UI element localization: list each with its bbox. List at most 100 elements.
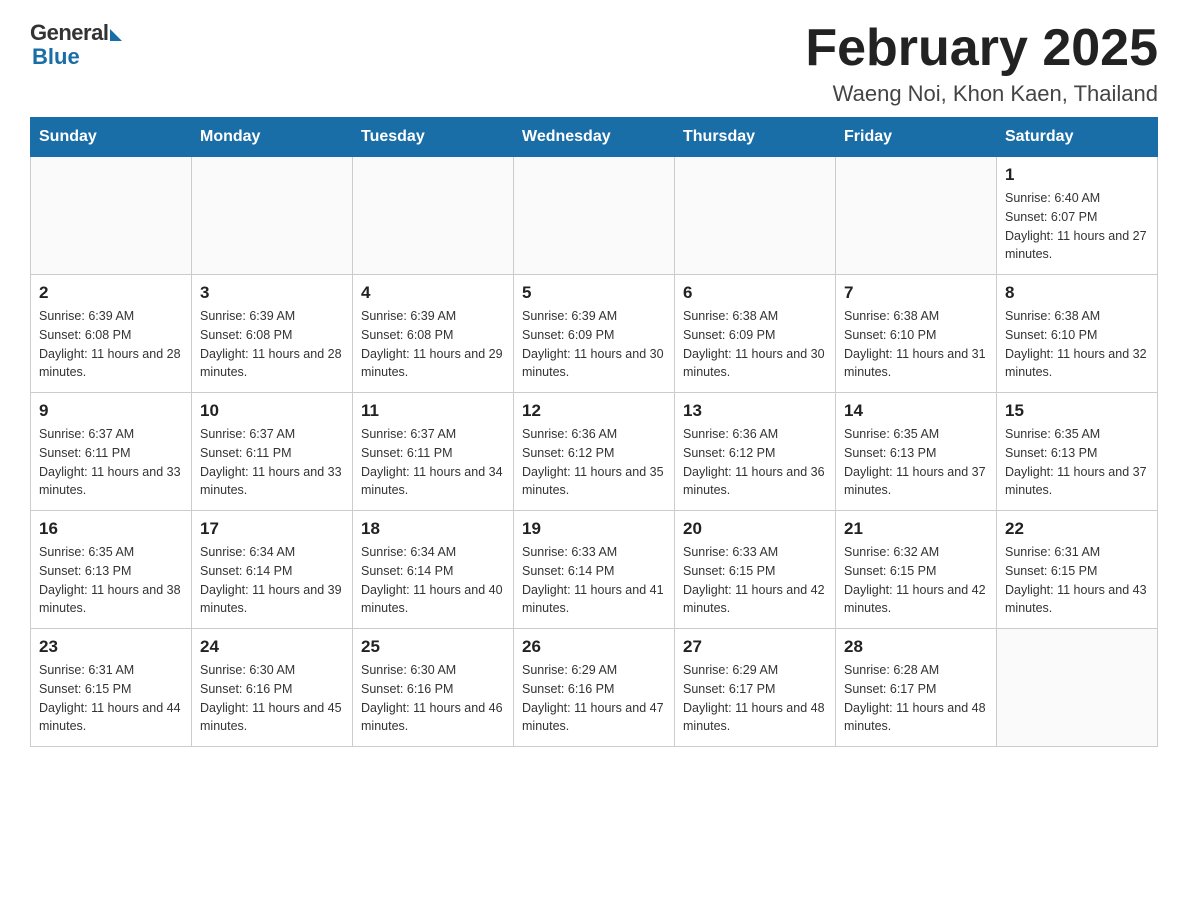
month-title: February 2025 <box>805 20 1158 77</box>
weekday-header-thursday: Thursday <box>675 118 836 157</box>
day-number: 28 <box>844 637 988 657</box>
calendar-cell: 22 Sunrise: 6:31 AM Sunset: 6:15 PM Dayli… <box>997 511 1158 629</box>
calendar-week-row: 23 Sunrise: 6:31 AM Sunset: 6:15 PM Dayli… <box>31 629 1158 747</box>
day-number: 16 <box>39 519 183 539</box>
day-number: 9 <box>39 401 183 421</box>
day-info: Sunrise: 6:36 AM Sunset: 6:12 PM Dayligh… <box>522 425 666 500</box>
day-info: Sunrise: 6:35 AM Sunset: 6:13 PM Dayligh… <box>844 425 988 500</box>
title-block: February 2025 Waeng Noi, Khon Kaen, Thai… <box>805 20 1158 107</box>
calendar-cell <box>192 157 353 275</box>
day-number: 27 <box>683 637 827 657</box>
calendar-cell: 18 Sunrise: 6:34 AM Sunset: 6:14 PM Dayli… <box>353 511 514 629</box>
calendar-cell: 10 Sunrise: 6:37 AM Sunset: 6:11 PM Dayli… <box>192 393 353 511</box>
calendar-cell: 14 Sunrise: 6:35 AM Sunset: 6:13 PM Dayli… <box>836 393 997 511</box>
day-number: 4 <box>361 283 505 303</box>
calendar-week-row: 9 Sunrise: 6:37 AM Sunset: 6:11 PM Daylig… <box>31 393 1158 511</box>
day-info: Sunrise: 6:30 AM Sunset: 6:16 PM Dayligh… <box>361 661 505 736</box>
calendar-cell: 11Sunrise: 6:37 AM Sunset: 6:11 PM Dayli… <box>353 393 514 511</box>
day-info: Sunrise: 6:29 AM Sunset: 6:16 PM Dayligh… <box>522 661 666 736</box>
day-info: Sunrise: 6:31 AM Sunset: 6:15 PM Dayligh… <box>1005 543 1149 618</box>
day-number: 10 <box>200 401 344 421</box>
day-info: Sunrise: 6:36 AM Sunset: 6:12 PM Dayligh… <box>683 425 827 500</box>
day-info: Sunrise: 6:34 AM Sunset: 6:14 PM Dayligh… <box>200 543 344 618</box>
weekday-header-friday: Friday <box>836 118 997 157</box>
calendar-cell: 6 Sunrise: 6:38 AM Sunset: 6:09 PM Daylig… <box>675 275 836 393</box>
day-number: 1 <box>1005 165 1149 185</box>
calendar-week-row: 2Sunrise: 6:39 AM Sunset: 6:08 PM Daylig… <box>31 275 1158 393</box>
day-number: 6 <box>683 283 827 303</box>
day-info: Sunrise: 6:28 AM Sunset: 6:17 PM Dayligh… <box>844 661 988 736</box>
calendar-cell: 5 Sunrise: 6:39 AM Sunset: 6:09 PM Daylig… <box>514 275 675 393</box>
calendar-cell: 20 Sunrise: 6:33 AM Sunset: 6:15 PM Dayli… <box>675 511 836 629</box>
day-info: Sunrise: 6:29 AM Sunset: 6:17 PM Dayligh… <box>683 661 827 736</box>
page-header: General Blue February 2025 Waeng Noi, Kh… <box>30 20 1158 107</box>
calendar-cell <box>836 157 997 275</box>
calendar-cell <box>31 157 192 275</box>
day-number: 3 <box>200 283 344 303</box>
calendar-week-row: 16 Sunrise: 6:35 AM Sunset: 6:13 PM Dayli… <box>31 511 1158 629</box>
logo-arrow-icon <box>110 29 122 41</box>
calendar-cell: 12 Sunrise: 6:36 AM Sunset: 6:12 PM Dayli… <box>514 393 675 511</box>
day-number: 12 <box>522 401 666 421</box>
day-number: 24 <box>200 637 344 657</box>
day-info: Sunrise: 6:35 AM Sunset: 6:13 PM Dayligh… <box>39 543 183 618</box>
calendar-cell: 26 Sunrise: 6:29 AM Sunset: 6:16 PM Dayli… <box>514 629 675 747</box>
location-title: Waeng Noi, Khon Kaen, Thailand <box>805 81 1158 107</box>
day-number: 26 <box>522 637 666 657</box>
day-info: Sunrise: 6:30 AM Sunset: 6:16 PM Dayligh… <box>200 661 344 736</box>
calendar-cell: 16 Sunrise: 6:35 AM Sunset: 6:13 PM Dayli… <box>31 511 192 629</box>
day-info: Sunrise: 6:38 AM Sunset: 6:09 PM Dayligh… <box>683 307 827 382</box>
calendar-cell: 4 Sunrise: 6:39 AM Sunset: 6:08 PM Daylig… <box>353 275 514 393</box>
calendar-cell <box>353 157 514 275</box>
calendar-table: SundayMondayTuesdayWednesdayThursdayFrid… <box>30 117 1158 747</box>
calendar-cell: 19 Sunrise: 6:33 AM Sunset: 6:14 PM Dayli… <box>514 511 675 629</box>
day-number: 23 <box>39 637 183 657</box>
calendar-cell: 17 Sunrise: 6:34 AM Sunset: 6:14 PM Dayli… <box>192 511 353 629</box>
day-number: 5 <box>522 283 666 303</box>
day-number: 17 <box>200 519 344 539</box>
logo: General Blue <box>30 20 122 70</box>
calendar-cell: 21 Sunrise: 6:32 AM Sunset: 6:15 PM Dayli… <box>836 511 997 629</box>
day-info: Sunrise: 6:33 AM Sunset: 6:15 PM Dayligh… <box>683 543 827 618</box>
weekday-header-row: SundayMondayTuesdayWednesdayThursdayFrid… <box>31 118 1158 157</box>
day-info: Sunrise: 6:39 AM Sunset: 6:08 PM Dayligh… <box>361 307 505 382</box>
calendar-cell: 7 Sunrise: 6:38 AM Sunset: 6:10 PM Daylig… <box>836 275 997 393</box>
calendar-week-row: 1 Sunrise: 6:40 AM Sunset: 6:07 PM Daylig… <box>31 157 1158 275</box>
logo-general-text: General <box>30 20 108 46</box>
day-info: Sunrise: 6:39 AM Sunset: 6:09 PM Dayligh… <box>522 307 666 382</box>
calendar-cell <box>675 157 836 275</box>
day-number: 11 <box>361 401 505 421</box>
day-number: 15 <box>1005 401 1149 421</box>
day-info: Sunrise: 6:37 AM Sunset: 6:11 PM Dayligh… <box>200 425 344 500</box>
day-number: 18 <box>361 519 505 539</box>
calendar-cell <box>997 629 1158 747</box>
day-info: Sunrise: 6:34 AM Sunset: 6:14 PM Dayligh… <box>361 543 505 618</box>
calendar-cell: 28 Sunrise: 6:28 AM Sunset: 6:17 PM Dayli… <box>836 629 997 747</box>
day-number: 7 <box>844 283 988 303</box>
weekday-header-wednesday: Wednesday <box>514 118 675 157</box>
calendar-cell: 1 Sunrise: 6:40 AM Sunset: 6:07 PM Daylig… <box>997 157 1158 275</box>
calendar-cell: 3Sunrise: 6:39 AM Sunset: 6:08 PM Daylig… <box>192 275 353 393</box>
calendar-cell <box>514 157 675 275</box>
day-info: Sunrise: 6:38 AM Sunset: 6:10 PM Dayligh… <box>1005 307 1149 382</box>
day-number: 14 <box>844 401 988 421</box>
day-info: Sunrise: 6:38 AM Sunset: 6:10 PM Dayligh… <box>844 307 988 382</box>
calendar-cell: 2Sunrise: 6:39 AM Sunset: 6:08 PM Daylig… <box>31 275 192 393</box>
calendar-cell: 15Sunrise: 6:35 AM Sunset: 6:13 PM Dayli… <box>997 393 1158 511</box>
day-number: 20 <box>683 519 827 539</box>
calendar-cell: 25Sunrise: 6:30 AM Sunset: 6:16 PM Dayli… <box>353 629 514 747</box>
day-number: 22 <box>1005 519 1149 539</box>
day-info: Sunrise: 6:32 AM Sunset: 6:15 PM Dayligh… <box>844 543 988 618</box>
calendar-cell: 27 Sunrise: 6:29 AM Sunset: 6:17 PM Dayli… <box>675 629 836 747</box>
day-info: Sunrise: 6:37 AM Sunset: 6:11 PM Dayligh… <box>39 425 183 500</box>
day-info: Sunrise: 6:40 AM Sunset: 6:07 PM Dayligh… <box>1005 189 1149 264</box>
weekday-header-tuesday: Tuesday <box>353 118 514 157</box>
day-info: Sunrise: 6:39 AM Sunset: 6:08 PM Dayligh… <box>39 307 183 382</box>
day-number: 8 <box>1005 283 1149 303</box>
day-number: 21 <box>844 519 988 539</box>
logo-blue-text: Blue <box>30 44 80 70</box>
day-info: Sunrise: 6:31 AM Sunset: 6:15 PM Dayligh… <box>39 661 183 736</box>
calendar-cell: 9 Sunrise: 6:37 AM Sunset: 6:11 PM Daylig… <box>31 393 192 511</box>
day-info: Sunrise: 6:33 AM Sunset: 6:14 PM Dayligh… <box>522 543 666 618</box>
day-number: 19 <box>522 519 666 539</box>
